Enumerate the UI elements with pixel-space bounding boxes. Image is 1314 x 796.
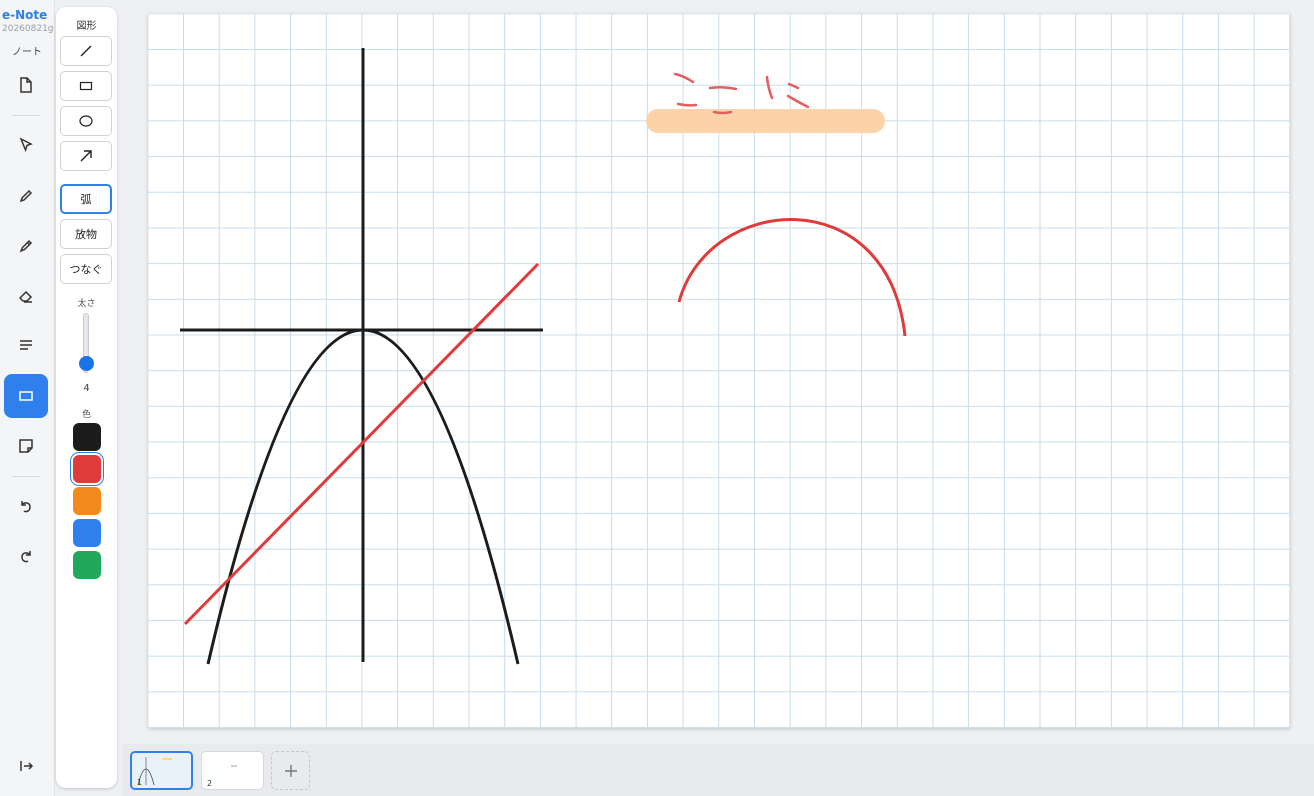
arc-shape-button[interactable]: 弧 (60, 184, 112, 214)
rectangle-icon (79, 81, 93, 91)
pen-tool-button[interactable] (4, 174, 48, 218)
document-icon (20, 77, 32, 93)
eraser-icon (18, 290, 33, 303)
rail-divider (12, 476, 40, 477)
ellipse-icon (79, 115, 93, 127)
app-title: e-Note (2, 8, 48, 22)
left-toolbar: e-Note 20260821g ノート (0, 0, 55, 796)
eraser-tool-button[interactable] (4, 274, 48, 318)
color-swatch-black[interactable] (73, 423, 101, 451)
rectangle-shape-button[interactable] (60, 71, 112, 101)
pen-icon (19, 189, 33, 203)
color-swatch-orange[interactable] (73, 487, 101, 515)
redo-icon (21, 551, 31, 563)
text-tool-button[interactable] (4, 323, 48, 367)
marker-tool-button[interactable] (4, 224, 48, 268)
page-thumbnail[interactable]: 2 (201, 751, 264, 790)
exit-icon (20, 761, 34, 771)
thickness-label: 太さ (77, 299, 96, 309)
color-swatch-blue[interactable] (73, 519, 101, 547)
notebook-id: 20260821g (2, 24, 54, 34)
new-page-button[interactable] (4, 63, 48, 107)
thickness-slider-handle[interactable] (79, 356, 94, 371)
lines-icon (20, 340, 32, 350)
color-label: 色 (81, 410, 91, 420)
redo-button[interactable] (4, 534, 48, 578)
color-swatch-green[interactable] (73, 551, 101, 579)
exit-button[interactable] (4, 744, 48, 788)
drawing-canvas[interactable] (148, 14, 1290, 728)
shape-tool-button[interactable] (4, 374, 48, 418)
line-shape-button[interactable] (60, 36, 112, 66)
section-label: ノート (12, 47, 42, 58)
shape-panel: 図形 弧 放物 つなぐ 太さ 4 色 (56, 7, 117, 788)
rectangle-icon (19, 391, 33, 401)
ellipse-shape-button[interactable] (60, 106, 112, 136)
color-swatch-red[interactable] (73, 455, 101, 483)
canvas-drawing (180, 48, 907, 665)
page-thumbnail[interactable]: 1 (130, 751, 193, 790)
undo-icon (21, 501, 31, 513)
sticky-note-button[interactable] (4, 424, 48, 468)
arrow-icon (80, 150, 92, 162)
connect-button[interactable]: つなぐ (60, 254, 112, 284)
panel-title: 図形 (76, 21, 97, 32)
arrow-shape-button[interactable] (60, 141, 112, 171)
line-icon (80, 45, 92, 57)
red-arc (677, 218, 907, 337)
parabola-shape-button[interactable]: 放物 (60, 219, 112, 249)
handwriting-strokes (673, 72, 810, 115)
page-number: 2 (207, 779, 213, 788)
rail-divider (12, 115, 40, 116)
marker-icon (19, 239, 33, 253)
select-tool-button[interactable] (4, 123, 48, 167)
undo-button[interactable] (4, 484, 48, 528)
pointer-icon (19, 137, 33, 153)
plus-icon (284, 764, 297, 777)
page-number: 1 (137, 778, 143, 787)
thickness-value: 4 (83, 383, 90, 394)
sticky-note-icon (19, 439, 33, 453)
add-page-button[interactable] (271, 751, 310, 790)
